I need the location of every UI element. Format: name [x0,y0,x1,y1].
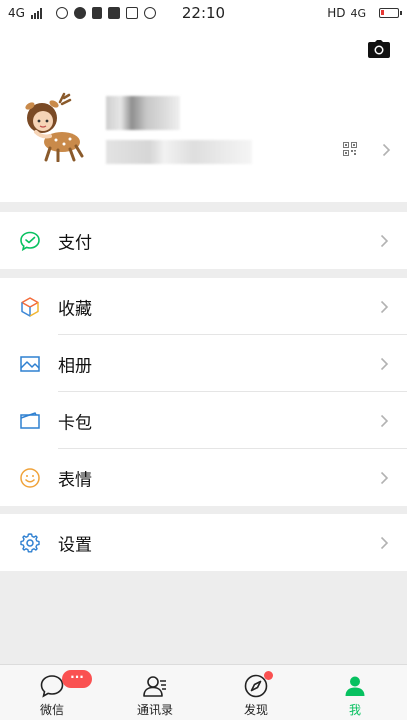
menu-item-label: 设置 [58,535,92,555]
avatar[interactable] [22,92,88,162]
contacts-icon [143,676,166,697]
tab-discover[interactable]: 发现 [216,665,296,720]
section-main: 收藏 相册 卡包 表情 [0,278,407,506]
wallet-icon [20,411,40,429]
qr-code-icon[interactable] [343,142,357,156]
image-icon [20,355,40,372]
box-notification-icon [125,7,138,19]
unread-badge: ··· [62,670,92,688]
radio-icon [143,7,156,19]
pay-icon [20,231,40,251]
menu-item-stickers[interactable]: 表情 [0,449,407,506]
bottom-tab-bar: 微信 ··· 通讯录 发现 我 [0,664,407,720]
smiley-icon [20,467,40,488]
signal-icon [30,7,42,19]
chevron-right-icon [380,234,389,247]
chevron-right-icon [382,143,391,157]
app-notification-icon [55,7,68,19]
menu-item-label: 收藏 [58,299,92,319]
network-type-label: 4G [8,6,25,20]
new-dot-badge [264,671,273,680]
profile-card[interactable] [0,26,407,202]
menu-item-album[interactable]: 相册 [0,335,407,392]
menu-item-label: 支付 [58,233,92,253]
status-bar: 4G 22:10 HD 4G [0,0,407,26]
cube-icon [21,296,39,317]
menu-item-pay[interactable]: 支付 [0,212,407,269]
battery-icon [379,8,402,18]
chevron-right-icon [380,471,389,484]
app-notification-icon-2 [73,7,86,19]
tab-label: 微信 [39,703,64,717]
tab-chats[interactable]: 微信 ··· [12,665,92,720]
status-right: HD 4G [327,6,402,20]
hd-label: HD [327,6,346,20]
camera-icon[interactable] [368,40,390,58]
person-icon [345,676,365,696]
menu-item-label: 表情 [58,470,92,490]
tab-label: 通讯录 [136,703,173,717]
tab-me[interactable]: 我 [315,665,395,720]
wechat-id-blurred [106,140,252,164]
section-settings: 设置 [0,514,407,571]
section-pay: 支付 [0,212,407,269]
nickname-blurred [106,96,180,130]
status-left: 4G [8,6,156,20]
chevron-right-icon [380,414,389,427]
network-type-label-right: 4G [350,6,366,20]
menu-item-settings[interactable]: 设置 [0,514,407,571]
speaker-icon [91,7,102,19]
menu-item-favorites[interactable]: 收藏 [0,278,407,335]
chevron-right-icon [380,357,389,370]
tab-label: 发现 [243,703,268,717]
menu-item-cards[interactable]: 卡包 [0,392,407,449]
tab-contacts[interactable]: 通讯录 [115,665,195,720]
menu-item-label: 卡包 [58,413,92,433]
gear-icon [20,532,40,552]
menu-item-label: 相册 [58,356,92,376]
chevron-right-icon [380,300,389,313]
chevron-right-icon [380,536,389,549]
mail-icon [107,7,120,19]
tab-label: 我 [348,703,361,717]
